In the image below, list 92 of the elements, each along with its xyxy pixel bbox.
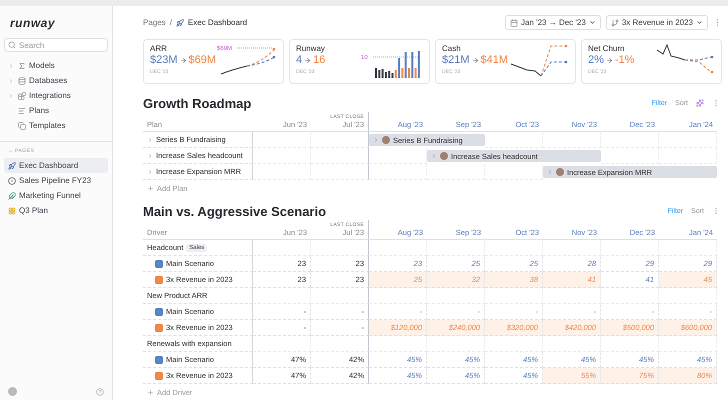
table-cell [253, 240, 311, 256]
table-cell [311, 336, 369, 352]
nav-item[interactable]: Models [4, 58, 108, 73]
nav-item[interactable]: Plans [4, 103, 108, 118]
metric-title: Net Churn [588, 44, 626, 53]
table-cell [369, 288, 427, 304]
table-cell [543, 288, 601, 304]
table-cell [369, 336, 427, 352]
branch-icon [610, 18, 619, 26]
calendar-icon [510, 18, 518, 26]
table-cell [601, 288, 659, 304]
help-icon[interactable] [96, 388, 104, 396]
scenario-dropdown[interactable]: 3x Revenue in 2023 [606, 15, 708, 30]
page-item[interactable]: Exec Dashboard [4, 158, 108, 173]
arrow-icon [472, 56, 479, 64]
table-cell [427, 240, 485, 256]
nav-icon [18, 122, 26, 130]
table-cell [485, 288, 543, 304]
metric-current-value: 4 [296, 54, 302, 66]
table-cell [659, 240, 717, 256]
table-cell [253, 336, 311, 352]
page-item[interactable]: Sales Pipeline FY23 [4, 173, 108, 188]
search-icon [8, 41, 16, 49]
metric-current-value: 2% [588, 54, 604, 66]
caret-icon [373, 137, 379, 143]
table-cell [543, 240, 601, 256]
arrow-icon [606, 56, 613, 64]
nav-item[interactable]: Templates [4, 118, 108, 133]
avatar [440, 152, 448, 160]
metric-target-value: 16 [313, 54, 326, 66]
caret-icon [8, 62, 14, 68]
nav-item[interactable]: Integrations [4, 88, 108, 103]
date-range-dropdown[interactable]: Jan '23 → Dec '23 [504, 15, 601, 30]
section-title: Main vs. Aggressive Scenario [143, 204, 326, 218]
avatar [382, 136, 390, 144]
table-cell [427, 336, 485, 352]
table-cell [427, 288, 485, 304]
feather-icon [8, 192, 16, 200]
nav-icon [18, 76, 26, 84]
plus-icon [147, 184, 154, 192]
caret-icon [8, 92, 14, 98]
table-cell [659, 336, 717, 352]
caret-icon [696, 19, 703, 26]
table-cell [601, 240, 659, 256]
table-cell [601, 336, 659, 352]
metric-title: Runway [296, 44, 326, 53]
avatar[interactable] [8, 387, 17, 396]
metric-current-value: $23M [150, 54, 178, 66]
breadcrumb-separator: / [170, 18, 172, 27]
metric-title: Cash [442, 44, 462, 53]
plus-icon [147, 388, 154, 396]
metric-target-value: $69M [188, 54, 216, 66]
page-item[interactable]: Marketing Funnel [4, 188, 108, 203]
metric-title: ARR [150, 44, 168, 53]
arrow-icon [180, 56, 187, 64]
rocket-icon [8, 162, 16, 170]
arrow-icon [304, 56, 312, 64]
table-cell [543, 336, 601, 352]
table-cell [659, 288, 717, 304]
caret-icon [147, 136, 153, 142]
table-cell [485, 336, 543, 352]
metric-target-value: $41M [480, 54, 508, 66]
caret-icon [8, 148, 13, 154]
avatar [556, 168, 564, 176]
nav-icon [18, 62, 26, 70]
caret-icon [147, 168, 153, 174]
metric-current-value: $21M [442, 54, 470, 66]
search-field[interactable]: Search [4, 38, 108, 52]
nav-item[interactable]: Databases [4, 73, 108, 88]
caret-icon [147, 152, 153, 158]
metric-target-value: -1% [614, 54, 634, 66]
table-cell [253, 288, 311, 304]
caret-icon [431, 153, 437, 159]
caret-icon [588, 19, 596, 26]
table-cell [485, 240, 543, 256]
caret-icon [8, 78, 14, 84]
breadcrumb-link[interactable]: Pages [143, 18, 166, 27]
breadcrumb-current: Exec Dashboard [188, 18, 248, 27]
table-cell [369, 240, 427, 256]
logo: runway [9, 15, 56, 32]
flower-icon [8, 206, 16, 214]
nav-icon [18, 106, 26, 114]
table-cell [311, 288, 369, 304]
page-item[interactable]: Q3 Plan [4, 203, 108, 218]
section-title: Growth Roadmap [143, 96, 252, 110]
caret-icon [547, 169, 553, 175]
sparkle-icon[interactable] [696, 99, 704, 107]
table-cell [311, 240, 369, 256]
ball-icon [8, 176, 16, 184]
nav-icon [18, 92, 26, 100]
line-sparkline [509, 44, 569, 78]
rocket-icon [176, 18, 184, 26]
